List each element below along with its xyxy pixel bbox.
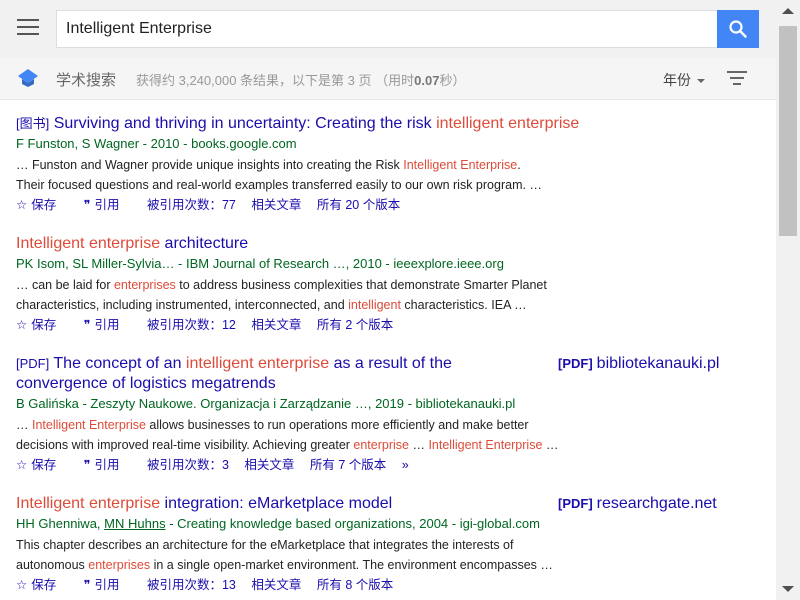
result-item: Intelligent enterprise architecture PK I… bbox=[16, 234, 766, 334]
quote-icon: ❞ bbox=[83, 198, 91, 212]
search-button[interactable] bbox=[717, 10, 759, 48]
result-title-link[interactable]: The concept of an intelligent enterprise… bbox=[16, 355, 452, 392]
quote-icon: ❞ bbox=[83, 578, 91, 592]
result-snippet: … Funston and Wagner provide unique insi… bbox=[16, 158, 542, 192]
result-snippet: … Intelligent Enterprise allows business… bbox=[16, 418, 559, 452]
more-icon[interactable]: » bbox=[402, 458, 409, 472]
pdf-side-link[interactable]: [PDF] bibliotekanauki.pl bbox=[558, 354, 719, 374]
result-authors: PK Isom, SL Miller-Sylvia… - IBM Journal… bbox=[16, 256, 504, 271]
cite-button[interactable]: ❞ 引用 bbox=[84, 198, 132, 212]
save-button[interactable]: ☆ 保存 bbox=[16, 458, 68, 472]
result-title-link[interactable]: Intelligent enterprise architecture bbox=[16, 235, 248, 252]
result-item: [图书] Surviving and thriving in uncertain… bbox=[16, 114, 766, 214]
related-link[interactable]: 相关文章 bbox=[251, 578, 301, 592]
result-actions: ☆ 保存 ❞ 引用 被引用次数：3 相关文章 所有 7 个版本 » bbox=[16, 456, 766, 474]
result-authors: HH Ghenniwa, MN Huhns - Creating knowled… bbox=[16, 516, 540, 531]
brand-label[interactable]: 学术搜索 bbox=[56, 69, 116, 90]
result-title-link[interactable]: Surviving and thriving in uncertainty: C… bbox=[54, 115, 580, 132]
caret-down-icon bbox=[697, 79, 705, 84]
related-link[interactable]: 相关文章 bbox=[251, 318, 301, 332]
filter-icon[interactable] bbox=[727, 71, 747, 87]
result-stats: 获得约 3,240,000 条结果，以下是第 3 页 （用时0.07秒） bbox=[136, 73, 466, 88]
result-title: Intelligent enterprise architecture bbox=[16, 234, 766, 254]
star-icon: ☆ bbox=[16, 318, 28, 332]
cited-by-link[interactable]: 被引用次数：12 bbox=[147, 318, 236, 332]
scholar-logo-icon[interactable] bbox=[17, 68, 39, 88]
result-type-tag: [PDF] bbox=[16, 356, 50, 371]
star-icon: ☆ bbox=[16, 578, 28, 592]
result-actions: ☆ 保存 ❞ 引用 被引用次数：77 相关文章 所有 20 个版本 bbox=[16, 196, 766, 214]
cited-by-link[interactable]: 被引用次数：13 bbox=[147, 578, 236, 592]
pdf-side-link[interactable]: [PDF] researchgate.net bbox=[558, 494, 717, 514]
versions-link[interactable]: 所有 2 个版本 bbox=[317, 318, 393, 332]
result-type-tag: [图书] bbox=[16, 116, 50, 131]
star-icon: ☆ bbox=[16, 198, 28, 212]
search-icon bbox=[729, 20, 747, 38]
versions-link[interactable]: 所有 20 个版本 bbox=[317, 198, 400, 212]
cite-button[interactable]: ❞ 引用 bbox=[84, 578, 132, 592]
cite-button[interactable]: ❞ 引用 bbox=[84, 458, 132, 472]
result-snippet: … can be laid for enterprises to address… bbox=[16, 278, 547, 312]
search-box bbox=[56, 10, 759, 48]
related-link[interactable]: 相关文章 bbox=[244, 458, 294, 472]
quote-icon: ❞ bbox=[83, 458, 91, 472]
result-actions: ☆ 保存 ❞ 引用 被引用次数：12 相关文章 所有 2 个版本 bbox=[16, 316, 766, 334]
result-title: [图书] Surviving and thriving in uncertain… bbox=[16, 114, 766, 134]
sub-bar: 学术搜索 获得约 3,240,000 条结果，以下是第 3 页 （用时0.07秒… bbox=[0, 58, 776, 100]
scrollbar[interactable] bbox=[776, 0, 800, 600]
scroll-down-icon[interactable] bbox=[782, 586, 794, 592]
result-item: [PDF] The concept of an intelligent ente… bbox=[16, 354, 766, 474]
result-actions: ☆ 保存 ❞ 引用 被引用次数：13 相关文章 所有 8 个版本 bbox=[16, 576, 766, 594]
save-button[interactable]: ☆ 保存 bbox=[16, 318, 68, 332]
menu-icon[interactable] bbox=[17, 19, 39, 37]
result-item: Intelligent enterprise integration: eMar… bbox=[16, 494, 766, 594]
cite-button[interactable]: ❞ 引用 bbox=[84, 318, 132, 332]
quote-icon: ❞ bbox=[83, 318, 91, 332]
scroll-thumb[interactable] bbox=[779, 26, 797, 236]
author-link[interactable]: MN Huhns bbox=[104, 516, 165, 531]
top-bar bbox=[0, 0, 776, 58]
result-authors: F Funston, S Wagner - 2010 - books.googl… bbox=[16, 136, 297, 151]
result-title-link[interactable]: Intelligent enterprise integration: eMar… bbox=[16, 495, 392, 512]
cited-by-link[interactable]: 被引用次数：77 bbox=[147, 198, 236, 212]
save-button[interactable]: ☆ 保存 bbox=[16, 198, 68, 212]
versions-link[interactable]: 所有 7 个版本 bbox=[310, 458, 386, 472]
search-input[interactable] bbox=[57, 11, 719, 47]
related-link[interactable]: 相关文章 bbox=[251, 198, 301, 212]
cited-by-link[interactable]: 被引用次数：3 bbox=[147, 458, 229, 472]
scroll-up-icon[interactable] bbox=[782, 8, 794, 14]
result-authors: B Galińska - Zeszyty Naukowe. Organizacj… bbox=[16, 396, 516, 411]
year-filter-button[interactable]: 年份 bbox=[663, 70, 705, 90]
result-snippet: This chapter describes an architecture f… bbox=[16, 538, 553, 572]
star-icon: ☆ bbox=[16, 458, 28, 472]
versions-link[interactable]: 所有 8 个版本 bbox=[317, 578, 393, 592]
save-button[interactable]: ☆ 保存 bbox=[16, 578, 68, 592]
